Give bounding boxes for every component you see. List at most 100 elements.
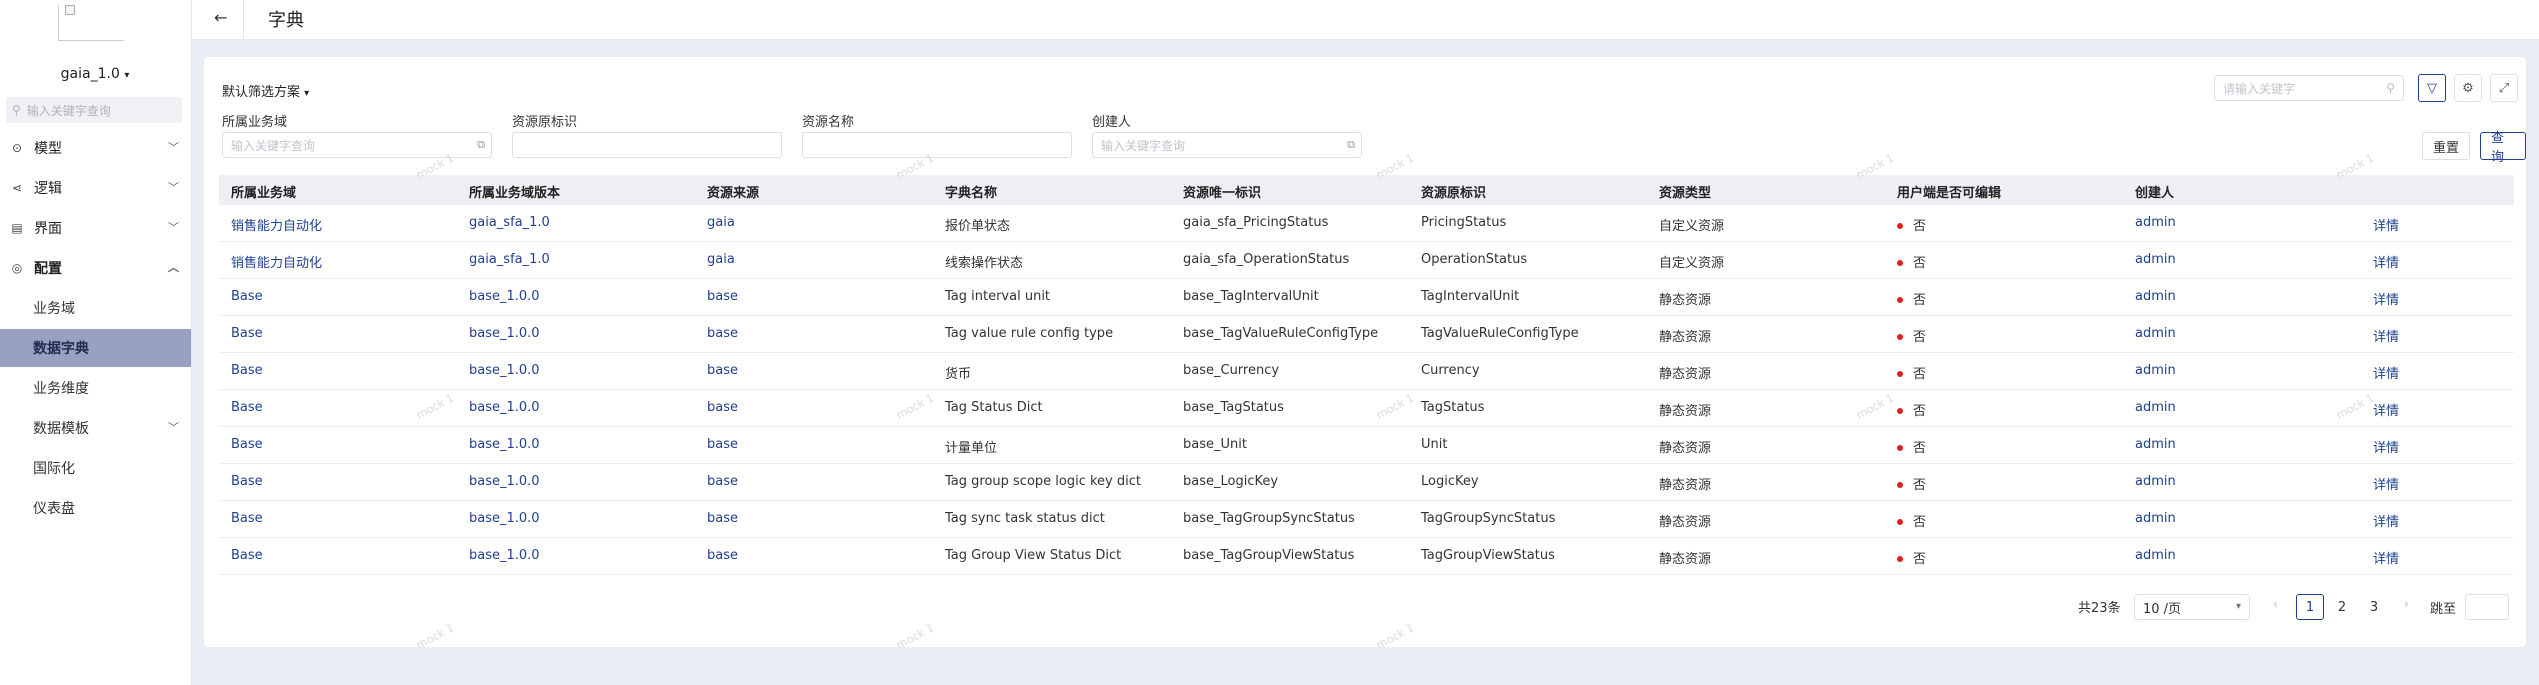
editable-status: 否	[1897, 511, 1926, 530]
sidebar-item-data-template[interactable]: 数据模板 ﹀	[0, 409, 191, 447]
table-cell[interactable]: Base	[231, 400, 263, 415]
table-cell: base_Currency	[1183, 363, 1280, 378]
table-cell[interactable]: admin	[2135, 215, 2176, 230]
table-cell[interactable]: gaia_sfa_1.0	[469, 252, 550, 267]
table-cell: Unit	[1421, 437, 1448, 452]
table-cell[interactable]: Base	[231, 289, 263, 304]
prev-page-icon[interactable]: ‹	[2273, 597, 2278, 611]
sidebar-item-dashboard[interactable]: 仪表盘	[0, 489, 191, 527]
sidebar-item-business-domain[interactable]: 业务域	[0, 289, 191, 327]
page-2[interactable]: 2	[2328, 594, 2356, 620]
table-cell[interactable]: base_1.0.0	[469, 511, 540, 526]
status-dot-icon	[1897, 222, 1903, 229]
settings-button[interactable]: ⚙	[2454, 74, 2482, 102]
model-icon: ⊙	[11, 141, 23, 155]
table-cell[interactable]: admin	[2135, 289, 2176, 304]
sidebar-item-interface[interactable]: ▤ 界面 ﹀	[0, 210, 191, 246]
detail-link[interactable]: 详情	[2373, 400, 2399, 419]
total-count: 共23条	[2078, 601, 2121, 616]
table-cell[interactable]: 销售能力自动化	[231, 215, 322, 234]
table-cell[interactable]: admin	[2135, 511, 2176, 526]
sidebar-item-label: 仪表盘	[33, 501, 75, 517]
table-cell[interactable]: gaia_sfa_1.0	[469, 215, 550, 230]
sidebar-item-config[interactable]: ◎ 配置 ︿	[0, 250, 191, 286]
table-cell: base_LogicKey	[1183, 474, 1279, 489]
table-cell[interactable]: Base	[231, 437, 263, 452]
table-cell[interactable]: Base	[231, 363, 263, 378]
table-cell[interactable]: Base	[231, 326, 263, 341]
table-cell[interactable]: 销售能力自动化	[231, 252, 322, 271]
detail-link[interactable]: 详情	[2373, 326, 2399, 345]
divider	[243, 0, 244, 40]
sidebar-search-input[interactable]: ⚲ 输入关键字查询	[6, 97, 182, 123]
detail-link[interactable]: 详情	[2373, 289, 2399, 308]
table-cell[interactable]: base	[707, 363, 738, 378]
table-cell[interactable]: base	[707, 548, 738, 563]
fullscreen-button[interactable]: ⤢	[2490, 74, 2518, 102]
table-cell[interactable]: base_1.0.0	[469, 437, 540, 452]
table-cell[interactable]: admin	[2135, 474, 2176, 489]
filter-button[interactable]: ▽	[2418, 74, 2446, 102]
table-cell[interactable]: base	[707, 326, 738, 341]
table-cell[interactable]: base_1.0.0	[469, 400, 540, 415]
sidebar-item-i18n[interactable]: 国际化	[0, 449, 191, 487]
table-cell[interactable]: admin	[2135, 548, 2176, 563]
detail-link[interactable]: 详情	[2373, 511, 2399, 530]
table-cell: 货币	[945, 367, 972, 382]
sidebar-item-data-dictionary[interactable]: 数据字典	[0, 329, 191, 367]
filter-resource-name-input[interactable]	[802, 132, 1072, 158]
table-cell[interactable]: base	[707, 474, 738, 489]
sidebar-item-model[interactable]: ⊙ 模型 ﹀	[0, 130, 191, 166]
table-cell[interactable]: admin	[2135, 437, 2176, 452]
jump-page-input[interactable]	[2465, 594, 2509, 620]
page-3[interactable]: 3	[2360, 594, 2388, 620]
table-cell[interactable]: base	[707, 400, 738, 415]
table-cell[interactable]: admin	[2135, 252, 2176, 267]
detail-link[interactable]: 详情	[2373, 363, 2399, 382]
table-cell[interactable]: base	[707, 437, 738, 452]
query-button[interactable]: 查询	[2480, 131, 2526, 165]
table-cell[interactable]: admin	[2135, 363, 2176, 378]
filter-creator-input[interactable]: 输入关键字查询 ⧉	[1092, 132, 1362, 158]
detail-link[interactable]: 详情	[2373, 215, 2399, 234]
status-dot-icon	[1897, 259, 1903, 266]
sidebar-item-business-dimension[interactable]: 业务维度	[0, 369, 191, 407]
table-cell: gaia_sfa_PricingStatus	[1183, 215, 1329, 230]
table-cell: 静态资源	[1659, 515, 1712, 530]
table-cell: LogicKey	[1421, 474, 1479, 489]
table-cell[interactable]: base_1.0.0	[469, 326, 540, 341]
table-cell: base_Unit	[1183, 437, 1247, 452]
app-selector[interactable]: gaia_1.0 ▾	[0, 66, 190, 82]
page-size-select[interactable]: 10 /页 ▾	[2134, 594, 2250, 620]
table-cell[interactable]: base_1.0.0	[469, 289, 540, 304]
table-cell[interactable]: admin	[2135, 326, 2176, 341]
gear-icon: ⚙	[2462, 80, 2474, 96]
table-cell[interactable]: gaia	[707, 252, 735, 267]
detail-link[interactable]: 详情	[2373, 548, 2399, 567]
table-cell[interactable]: gaia	[707, 215, 735, 230]
detail-link[interactable]: 详情	[2373, 437, 2399, 456]
filter-creator-label: 创建人	[1092, 115, 1132, 130]
page-1[interactable]: 1	[2296, 594, 2324, 620]
detail-link[interactable]: 详情	[2373, 252, 2399, 271]
table-cell[interactable]: Base	[231, 548, 263, 563]
table-cell[interactable]: base	[707, 511, 738, 526]
column-header: 资源原标识	[1421, 186, 1487, 201]
next-page-icon[interactable]: ›	[2404, 597, 2409, 611]
table-cell[interactable]: Base	[231, 511, 263, 526]
filter-resource-id-input[interactable]	[512, 132, 782, 158]
table-cell[interactable]: base_1.0.0	[469, 474, 540, 489]
filter-scheme-select[interactable]: 默认筛选方案 ▾	[222, 81, 309, 100]
sidebar-item-logic[interactable]: ⋖ 逻辑 ﹀	[0, 170, 191, 206]
back-arrow-icon[interactable]: ←	[214, 8, 227, 27]
detail-link[interactable]: 详情	[2373, 474, 2399, 493]
table-cell: 静态资源	[1659, 330, 1712, 345]
table-cell[interactable]: base	[707, 289, 738, 304]
keyword-search-input[interactable]: 请输入关键字 ⚲	[2214, 75, 2404, 101]
filter-domain-input[interactable]: 输入关键字查询 ⧉	[222, 132, 492, 158]
table-cell[interactable]: admin	[2135, 400, 2176, 415]
table-cell[interactable]: base_1.0.0	[469, 548, 540, 563]
table-cell[interactable]: base_1.0.0	[469, 363, 540, 378]
reset-button[interactable]: 重置	[2422, 132, 2471, 160]
table-cell[interactable]: Base	[231, 474, 263, 489]
